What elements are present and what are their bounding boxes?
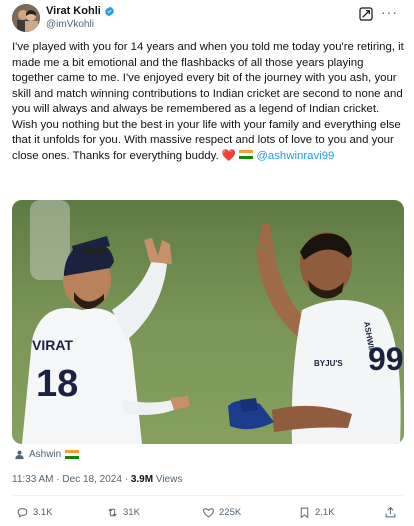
verified-badge-icon: [104, 6, 114, 16]
tagged-users[interactable]: Ashwin: [14, 449, 80, 460]
share-button[interactable]: [384, 506, 397, 524]
tweet-photo[interactable]: VIRAT 18 BYJU'S 99 ASHWIN: [12, 200, 404, 444]
tweet-date[interactable]: Dec 18, 2024: [62, 474, 122, 485]
user-icon: [15, 450, 24, 460]
reply-button[interactable]: 3.1K: [16, 506, 53, 519]
india-flag-icon: [239, 149, 254, 160]
repost-count: 31K: [123, 507, 140, 518]
india-flag-icon: [65, 449, 80, 460]
views-label: Views: [155, 474, 183, 485]
tweet-text: I've played with you for 14 years and wh…: [12, 40, 404, 164]
action-bar: 3.1K 31K 225K 2.1K: [12, 506, 404, 522]
like-count: 225K: [219, 507, 242, 518]
repost-icon: [108, 508, 117, 517]
like-button[interactable]: 225K: [202, 506, 241, 519]
tweet-body: I've played with you for 14 years and wh…: [12, 41, 404, 162]
jersey-number-left: 18: [36, 363, 78, 405]
jersey-name-left: VIRAT: [32, 337, 73, 353]
reply-icon: [17, 508, 28, 518]
tweet-header: Virat Kohli @imVkohli ···: [12, 4, 402, 34]
divider: [12, 495, 404, 496]
bookmark-count: 2.1K: [315, 507, 335, 518]
grok-icon[interactable]: [358, 6, 374, 22]
sponsor-logo: BYJU'S: [314, 359, 343, 368]
more-icon[interactable]: ···: [381, 4, 398, 20]
tweet-time[interactable]: 11:33 AM: [12, 474, 54, 485]
bookmark-icon: [300, 507, 309, 519]
author-handle[interactable]: @imVkohli: [46, 18, 115, 32]
like-icon: [203, 508, 214, 518]
view-count: 3.9M: [130, 474, 154, 485]
meta-separator: ·: [124, 474, 129, 485]
heart-emoji-icon: ❤️: [221, 149, 236, 162]
author-name[interactable]: Virat Kohli: [46, 4, 101, 18]
mention-link[interactable]: @ashwinravi99: [256, 150, 334, 162]
repost-button[interactable]: 31K: [106, 506, 140, 519]
share-icon: [385, 506, 396, 518]
avatar[interactable]: [12, 4, 40, 32]
reply-count: 3.1K: [33, 507, 53, 518]
tweet-meta: 11:33 AM · Dec 18, 2024 · 3.9M Views: [12, 474, 182, 485]
meta-separator: ·: [56, 474, 60, 485]
tagged-user-name[interactable]: Ashwin: [29, 449, 61, 460]
bookmark-button[interactable]: 2.1K: [298, 506, 335, 519]
